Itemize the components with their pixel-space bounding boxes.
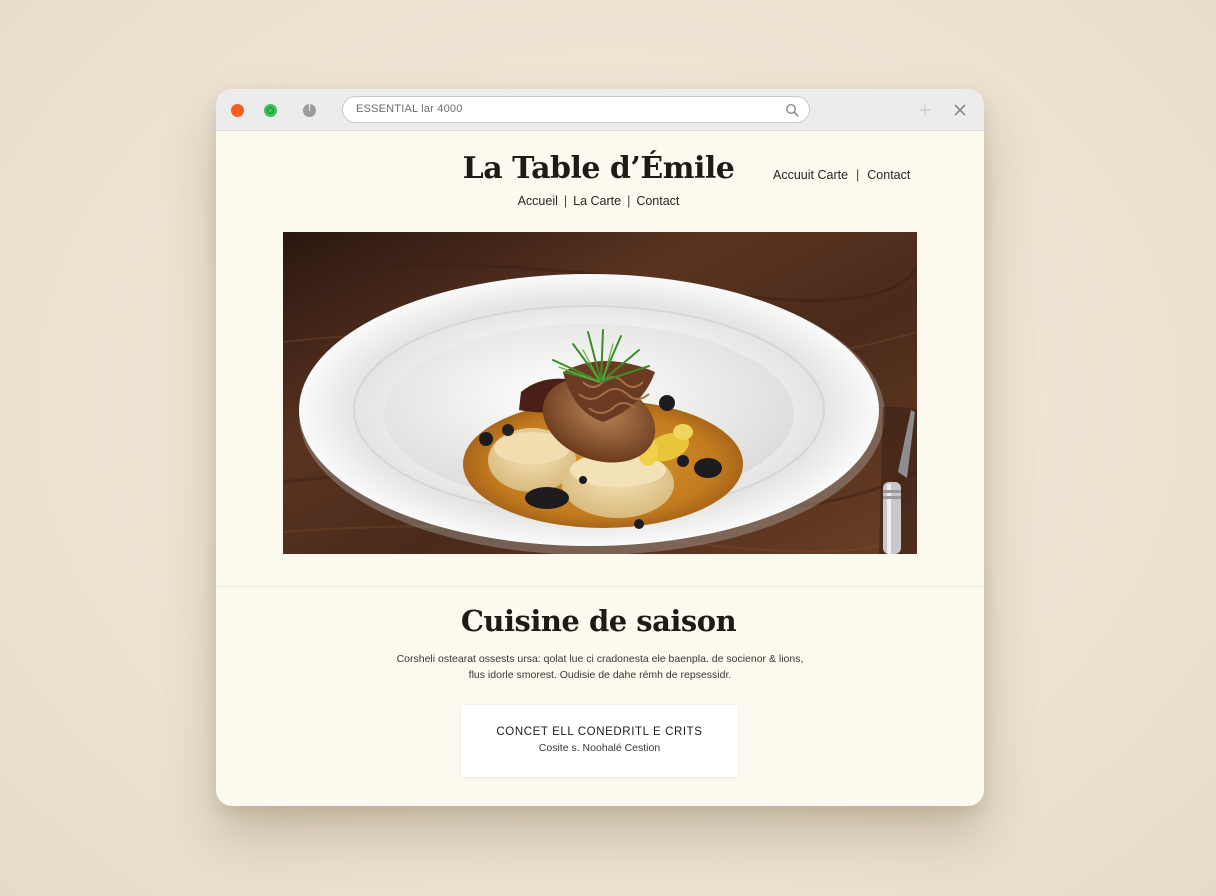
nav-separator: | [856,168,860,182]
nav-separator: | [563,194,568,208]
section-title: Cuisine de saison [460,604,737,638]
nav-link-accueil[interactable]: Accueil [518,194,558,208]
section-description: Corsheli ostearat ossests ursa: qolat lu… [350,651,850,683]
hero-dish-image [283,232,917,554]
section-divider [216,586,984,587]
plated-dish-illustration [283,232,917,554]
cta-title: CONCET ELL CONEDRITL E CRITS [496,726,703,738]
close-tab-icon[interactable] [952,102,968,118]
forward-arrow-icon[interactable] [917,102,933,118]
nav-link-contact[interactable]: Contact [636,194,679,208]
top-right-nav: Accuuit Carte | Contact [773,168,910,182]
section-description-line: flus idorle smorest. Oudisie de dahe rém… [468,669,732,681]
section-description-line: Corsheli ostearat ossests ursa: qolat lu… [396,653,804,665]
search-icon[interactable] [785,103,799,117]
nav-right-link-contact[interactable]: Contact [867,168,910,182]
nav-link-la-carte[interactable]: La Carte [573,194,621,208]
info-icon[interactable] [303,103,316,117]
desktop-background: ESSENTIAL lar 4000 La Table d’Émile Accu… [0,0,1216,896]
cta-card[interactable]: CONCET ELL CONEDRITL E CRITS Cosite s. N… [461,705,738,777]
url-text: ESSENTIAL lar 4000 [356,103,463,115]
web-page: La Table d’Émile Accueil | La Carte | Contac… [216,131,984,806]
minimize-window-button[interactable] [264,104,277,117]
close-window-button[interactable] [231,104,244,117]
address-bar[interactable]: ESSENTIAL lar 4000 [342,96,810,123]
nav-separator: | [627,194,631,208]
browser-titlebar: ESSENTIAL lar 4000 [216,89,984,131]
browser-window: ESSENTIAL lar 4000 La Table d’Émile Accu… [216,89,984,806]
main-nav: Accueil | La Carte | Contact [216,194,981,208]
nav-right-link-carte[interactable]: Accuuit Carte [773,168,848,182]
cta-subtitle: Cosite s. Noohalé Cestion [538,742,661,754]
